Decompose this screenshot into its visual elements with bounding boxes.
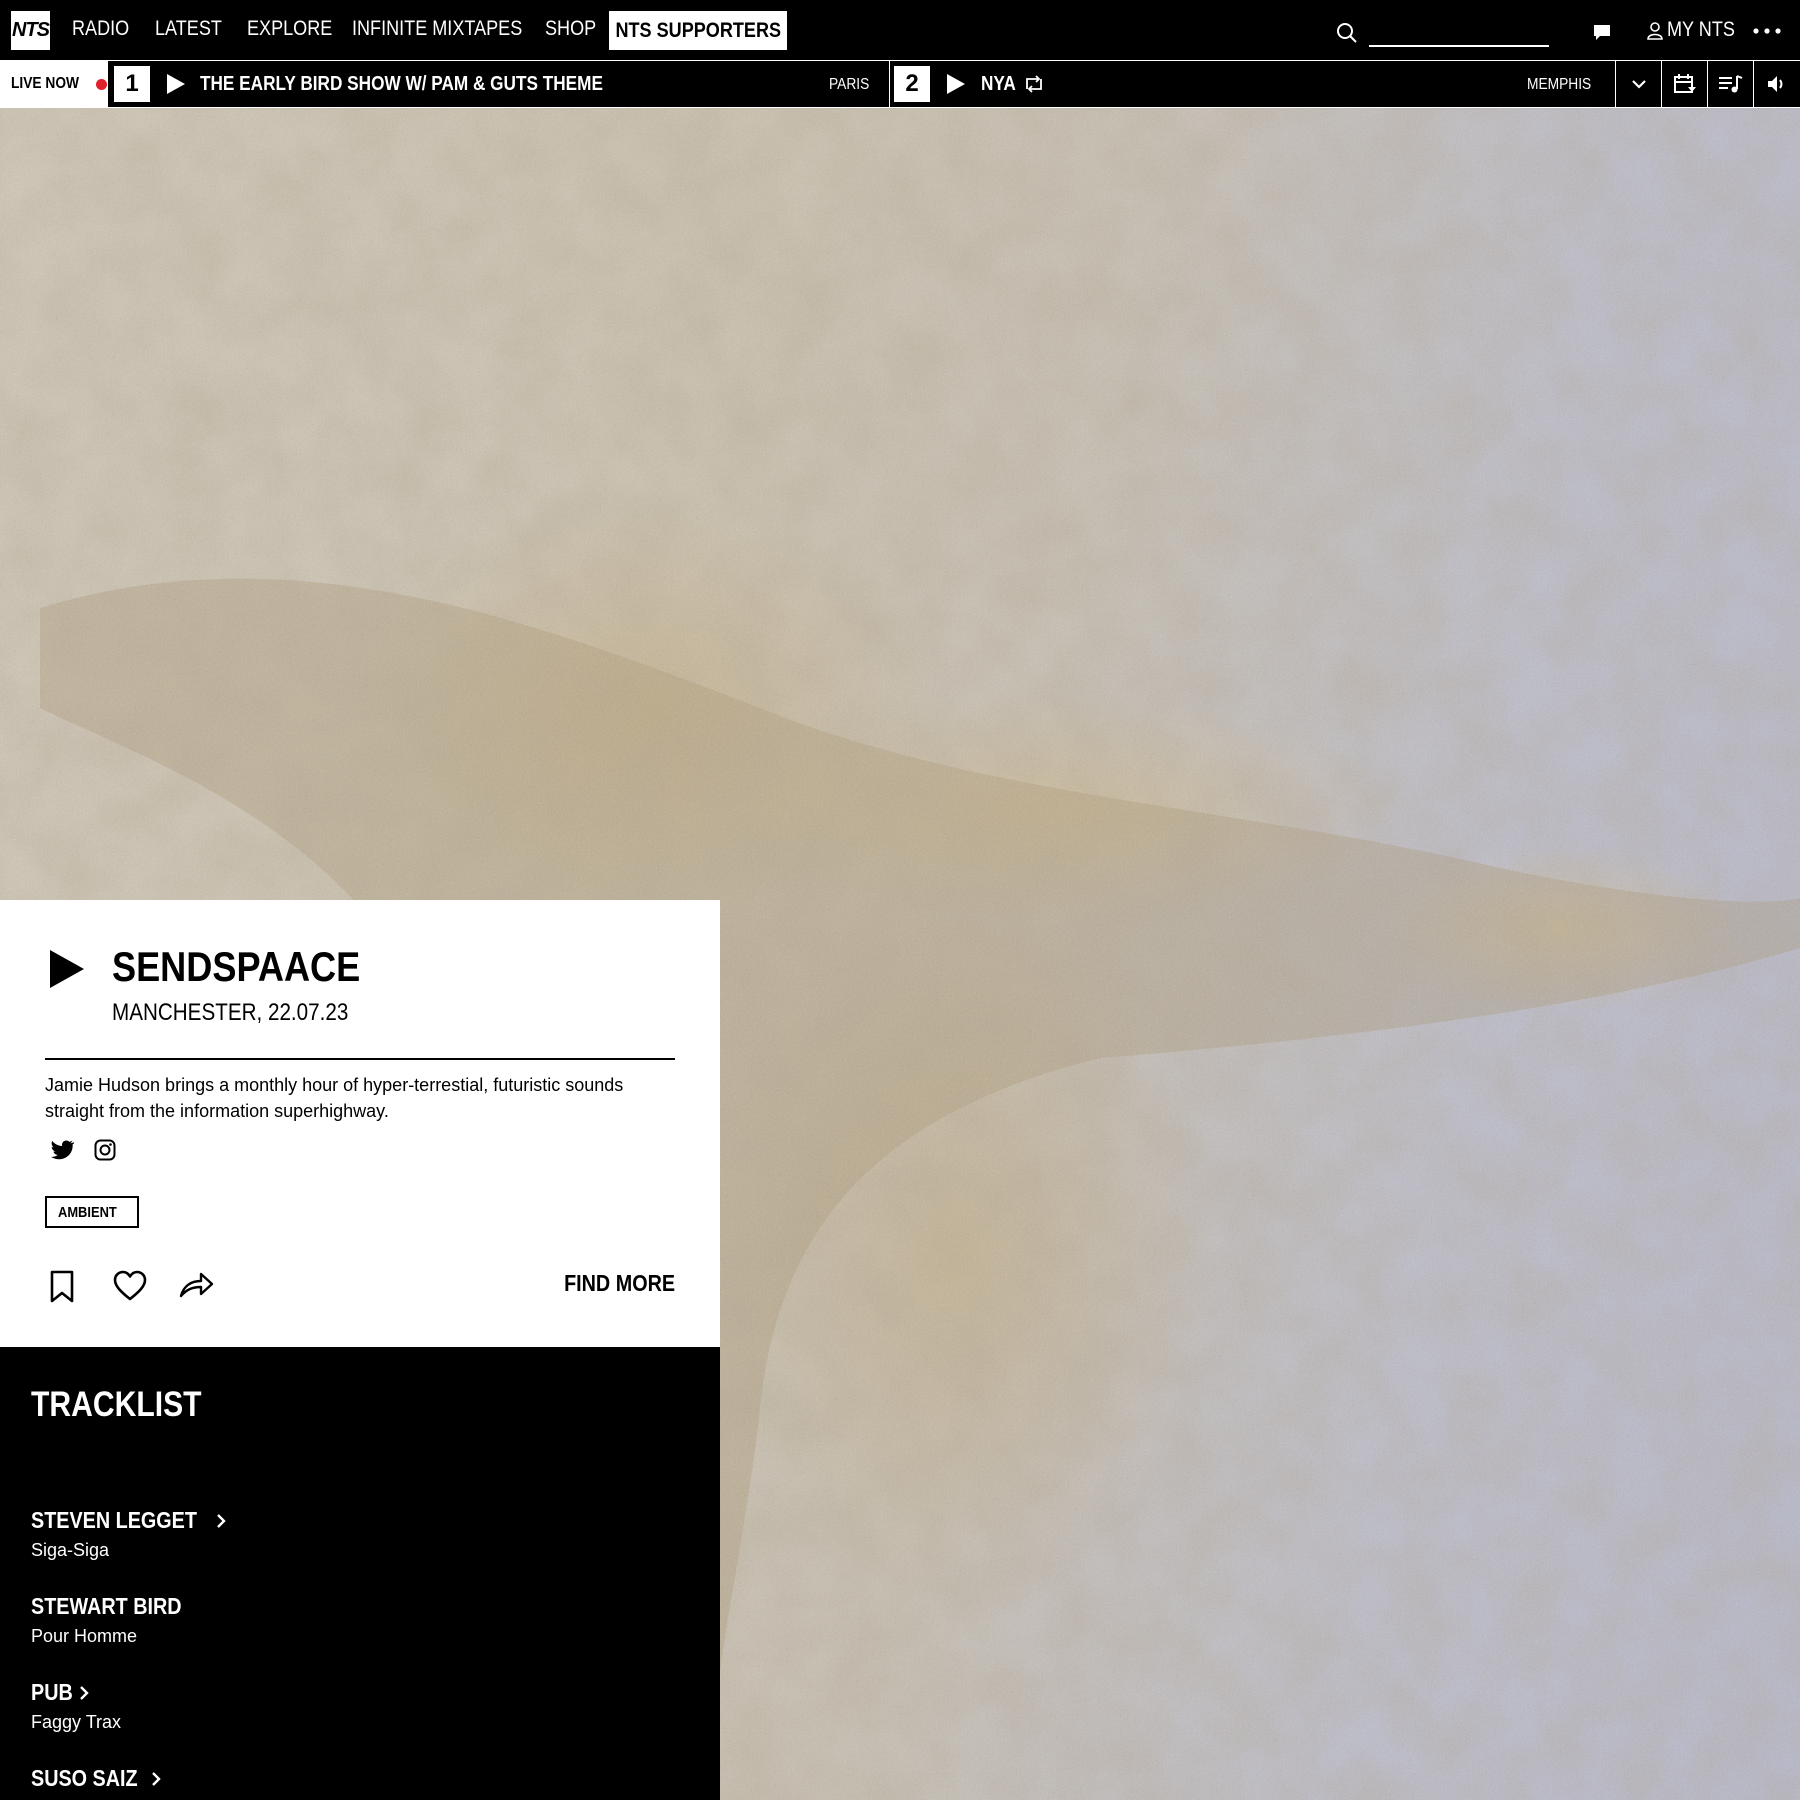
track-item: STEWART BIRD Pour Homme <box>31 1593 206 1647</box>
channel-1-number: 1 <box>114 66 150 102</box>
chevron-right-icon <box>217 1513 226 1528</box>
track-artist-link[interactable]: SUSO SAIZ <box>31 1765 161 1792</box>
nav-shop[interactable]: SHOP <box>545 17 596 41</box>
bookmark-icon[interactable] <box>48 1270 76 1304</box>
track-title: Siga-Siga <box>31 1540 110 1560</box>
live-bar: LIVE NOW 1 THE EARLY BIRD SHOW W/ PAM & … <box>0 60 1800 108</box>
top-navigation: NTS RADIO LATEST EXPLORE INFINITE MIXTAP… <box>0 0 1800 60</box>
track-artist: STEWART BIRD <box>31 1593 182 1619</box>
my-nts-link[interactable]: MY NTS <box>1667 18 1735 42</box>
nav-latest[interactable]: LATEST <box>155 17 222 41</box>
channel-2-title[interactable]: NYA <box>981 73 1016 96</box>
show-location-date: MANCHESTER, 22.07.23 <box>112 999 349 1026</box>
chevron-down-icon <box>1631 80 1646 89</box>
channel-1-location: PARIS <box>829 76 870 93</box>
show-info-card: SENDSPAACE MANCHESTER, 22.07.23 Jamie Hu… <box>0 900 720 1347</box>
play-show-icon[interactable] <box>48 948 86 990</box>
expand-button[interactable] <box>1615 61 1661 107</box>
nav-explore[interactable]: EXPLORE <box>247 17 332 41</box>
track-artist-link[interactable]: PUB <box>31 1679 121 1706</box>
search-icon[interactable] <box>1336 22 1358 44</box>
channel-2-location: MEMPHIS <box>1527 76 1592 93</box>
share-icon[interactable] <box>179 1270 215 1300</box>
volume-button[interactable] <box>1753 61 1800 107</box>
channel-divider <box>889 61 890 107</box>
nav-radio[interactable]: RADIO <box>72 17 129 41</box>
search-input[interactable] <box>1369 45 1549 47</box>
find-more-button[interactable]: FIND MORE <box>564 1270 675 1297</box>
tracklist-heading: TRACKLIST <box>31 1385 202 1424</box>
channel-1-play-icon[interactable] <box>166 73 186 95</box>
divider <box>45 1058 675 1060</box>
chevron-right-icon <box>79 1685 89 1700</box>
track-item: SUSO SAIZ <box>31 1765 161 1798</box>
track-item: PUB Faggy Trax <box>31 1679 121 1733</box>
tracklist-section: TRACKLIST STEVEN LEGGET Siga-Siga STEWAR… <box>0 1347 720 1800</box>
chevron-right-icon <box>152 1771 161 1786</box>
more-options-icon[interactable] <box>1753 28 1781 34</box>
playlist-icon <box>1718 75 1742 93</box>
channel-2-number: 2 <box>894 66 930 102</box>
user-icon[interactable] <box>1646 21 1664 41</box>
show-title: SENDSPAACE <box>112 943 361 990</box>
track-artist-link[interactable]: STEVEN LEGGET <box>31 1507 226 1534</box>
playlist-button[interactable] <box>1707 61 1753 107</box>
track-title: Faggy Trax <box>31 1712 122 1732</box>
live-now-label: LIVE NOW <box>0 61 108 107</box>
volume-icon <box>1768 76 1783 92</box>
chat-icon[interactable] <box>1592 22 1612 42</box>
track-item: STEVEN LEGGET Siga-Siga <box>31 1507 226 1561</box>
heart-icon[interactable] <box>113 1270 147 1302</box>
track-title: Pour Homme <box>31 1626 138 1646</box>
repeat-icon <box>1026 75 1042 93</box>
nav-infinite-mixtapes[interactable]: INFINITE MIXTAPES <box>352 17 522 41</box>
show-description: Jamie Hudson brings a monthly hour of hy… <box>45 1075 624 1121</box>
instagram-icon[interactable] <box>94 1139 116 1161</box>
nts-logo[interactable]: NTS <box>11 11 50 50</box>
channel-2-play-icon[interactable] <box>946 73 966 95</box>
genre-tag[interactable]: AMBIENT <box>45 1196 140 1228</box>
channel-1-title[interactable]: THE EARLY BIRD SHOW W/ PAM & GUTS THEME <box>200 73 603 96</box>
calendar-icon <box>1673 74 1696 93</box>
nts-supporters-button[interactable]: NTS SUPPORTERS <box>609 11 787 50</box>
schedule-button[interactable] <box>1661 61 1707 107</box>
twitter-icon[interactable] <box>50 1140 74 1160</box>
live-indicator-dot <box>96 78 108 90</box>
